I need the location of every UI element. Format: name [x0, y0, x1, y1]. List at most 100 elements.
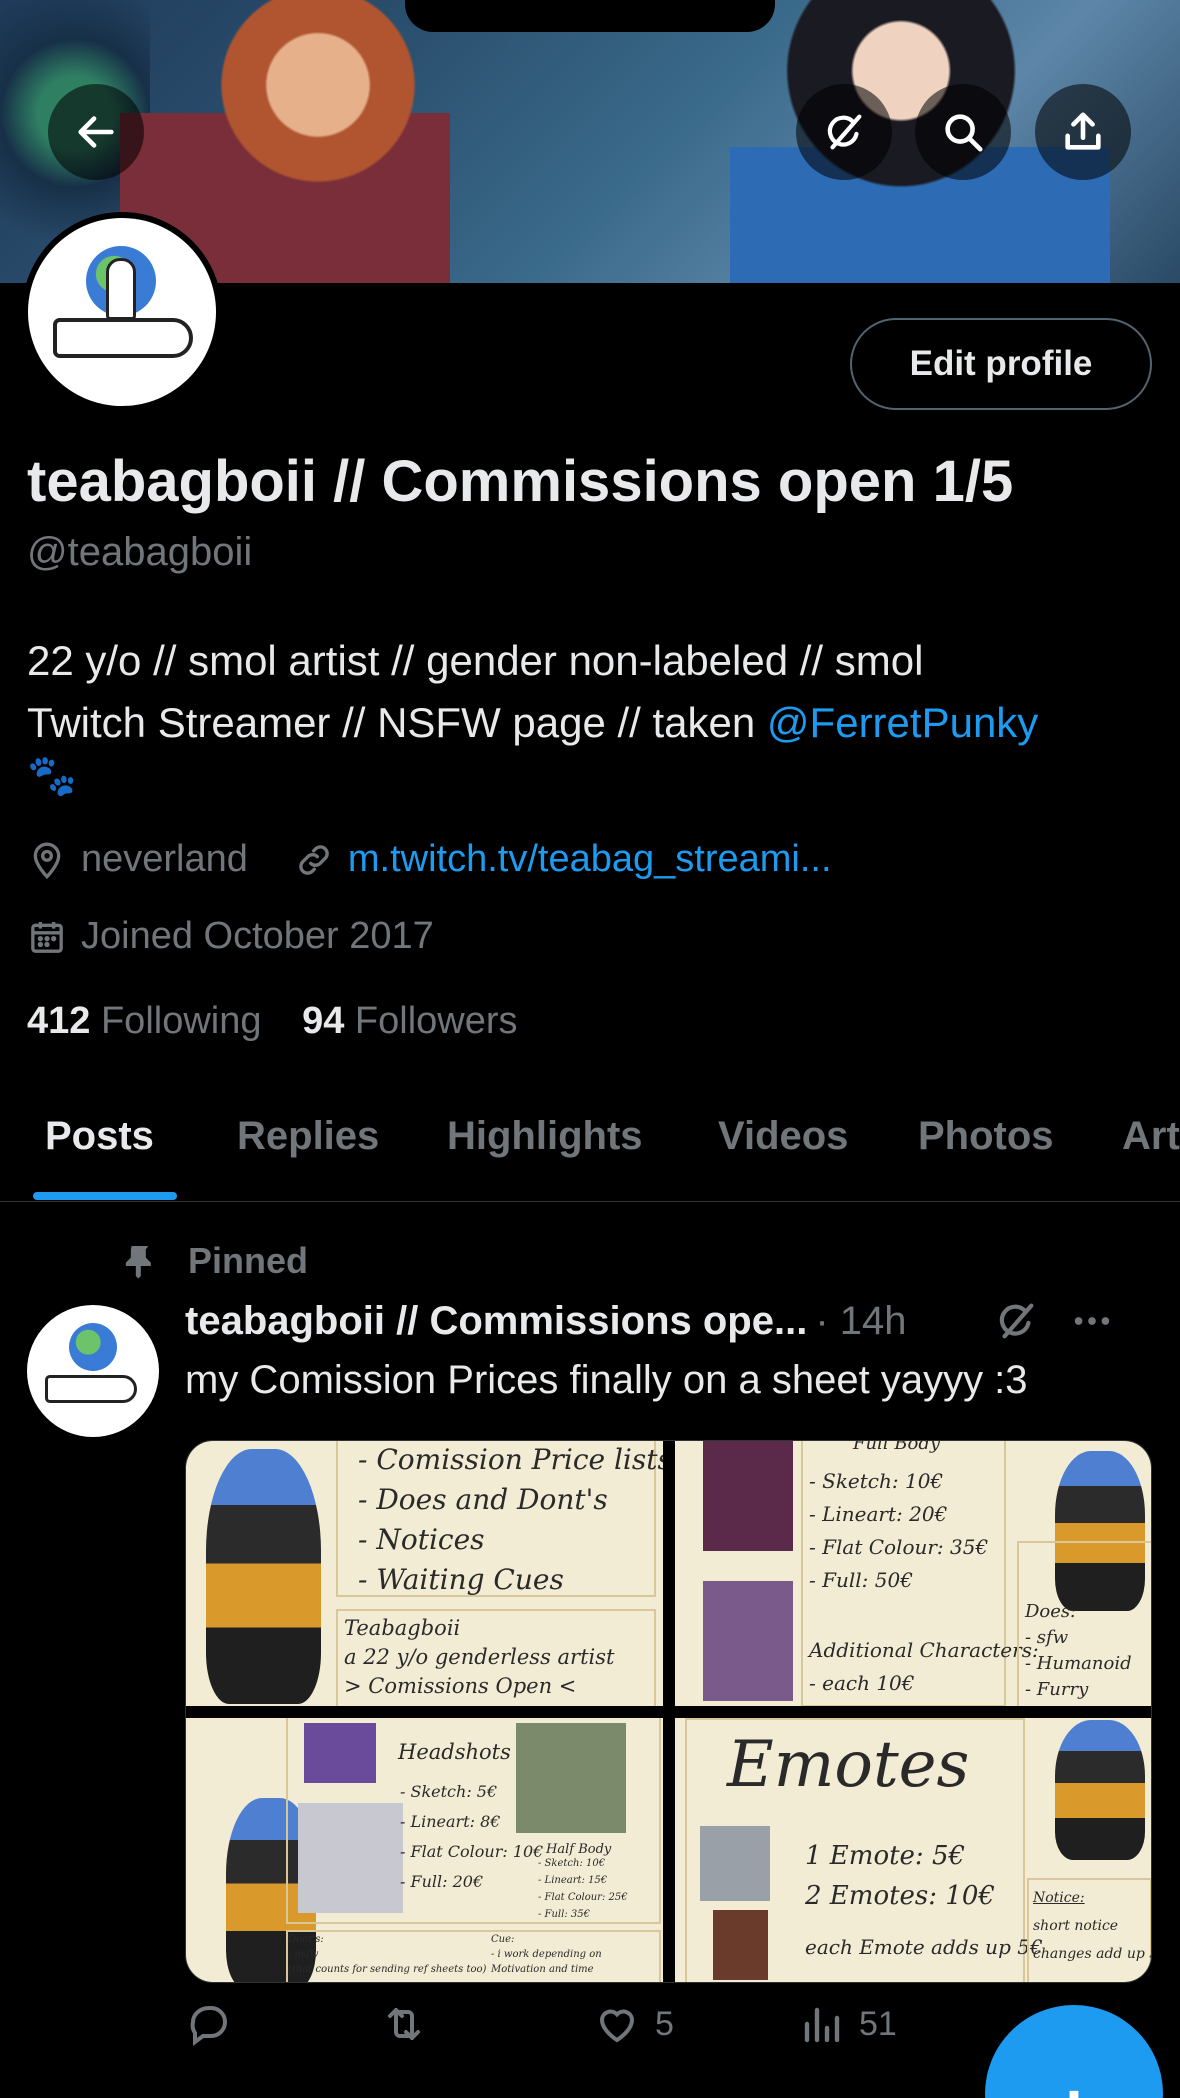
profile-avatar[interactable] [22, 212, 222, 412]
grok-button[interactable] [796, 84, 892, 180]
image2-does-3: - Furry [1025, 1679, 1089, 1700]
avatar-figure-art [106, 258, 136, 320]
following-link[interactable]: 412 Following [27, 1000, 262, 1042]
image2-does-1: - sfw [1025, 1627, 1069, 1648]
followers-link[interactable]: 94 Followers [302, 1000, 517, 1042]
character-art [1055, 1720, 1145, 1860]
image2-extra-1: Additional Characters: [809, 1638, 1039, 1662]
post-image-3[interactable]: Headshots - Sketch: 5€ - Lineart: 8€ - F… [186, 1718, 663, 1982]
sample-art-thumb [703, 1581, 793, 1701]
heart-icon [599, 2009, 635, 2043]
active-tab-indicator [33, 1192, 177, 1200]
post-image-2[interactable]: Full Body - Sketch: 10€ - Lineart: 20€ -… [675, 1441, 1151, 1706]
dont-frame [286, 1930, 661, 1982]
followers-count: 94 [302, 1000, 345, 1042]
sample-art-thumb [516, 1723, 626, 1833]
tab-photos[interactable]: Photos [918, 1114, 1054, 1159]
share-button[interactable] [1035, 84, 1131, 180]
repost-button[interactable] [380, 2000, 442, 2048]
image3-half-1: - Sketch: 10€ [538, 1858, 606, 1869]
joined-row: Joined October 2017 [27, 915, 434, 958]
image1-line-2: - Does and Dont's [358, 1483, 608, 1516]
share-icon [1065, 112, 1101, 150]
bio-text: Twitch Streamer // NSFW page // taken [27, 699, 767, 746]
post-image-1[interactable]: - Comission Price lists - Does and Dont'… [186, 1441, 663, 1706]
image2-extra-2: - each 10€ [809, 1671, 915, 1695]
pinned-indicator: Pinned [120, 1240, 308, 1282]
image2-does-title: Does: [1025, 1601, 1077, 1622]
grok-post-icon[interactable] [993, 1298, 1039, 1344]
image1-caption-3: > Comissions Open < [344, 1674, 577, 1698]
image2-line-3: - Flat Colour: 35€ [809, 1535, 989, 1559]
search-button[interactable] [915, 84, 1011, 180]
tab-videos[interactable]: Videos [718, 1114, 848, 1159]
image3-line-3: - Flat Colour: 10€ [400, 1842, 544, 1861]
profile-bio: 22 y/o // smol artist // gender non-labe… [27, 630, 1157, 754]
tab-replies[interactable]: Replies [237, 1114, 379, 1159]
back-button[interactable] [48, 84, 144, 180]
views-button[interactable]: 51 [797, 2000, 897, 2048]
profile-name: teabagboii // Commissions open 1/5 [27, 449, 1014, 514]
image4-notice-2: changes add up 5€ [1033, 1946, 1151, 1962]
character-art [206, 1449, 321, 1704]
bio-mention-link[interactable]: @FerretPunky [767, 699, 1038, 746]
image1-line-3: - Notices [358, 1523, 485, 1556]
post-timestamp[interactable]: · 14h [815, 1299, 906, 1344]
image1-caption-2: a 22 y/o genderless artist [344, 1645, 615, 1669]
joined-date: Joined October 2017 [81, 915, 434, 957]
image4-notice-title: Notice: [1033, 1890, 1085, 1906]
bio-line-2: Twitch Streamer // NSFW page // taken @F… [27, 692, 1157, 754]
image3-line-4: - Full: 20€ [400, 1872, 484, 1891]
tab-highlights[interactable]: Highlights [447, 1114, 643, 1159]
sample-emote-thumb [713, 1910, 768, 1980]
image3-dont-title: Dont's: [288, 1934, 324, 1945]
image3-half-4: - Full: 35€ [538, 1909, 590, 1920]
like-button[interactable]: 5 [593, 2000, 674, 2048]
image3-line-2: - Lineart: 8€ [400, 1812, 501, 1831]
image3-cue-title: Cue: [491, 1934, 515, 1945]
views-icon [804, 2007, 840, 2043]
profile-meta-row: neverland m.twitch.tv/teabag_streami... [27, 838, 832, 881]
reply-icon [190, 2006, 227, 2046]
image3-half-2: - Lineart: 15€ [538, 1875, 608, 1886]
paw-emoji: 🐾 [27, 754, 77, 798]
image3-cue-1: - i work depending on [491, 1949, 602, 1960]
arrow-left-icon [78, 116, 114, 148]
pin-icon [125, 1246, 151, 1279]
grok-icon [827, 114, 862, 150]
image4-notice-1: short notice [1033, 1918, 1119, 1934]
post-header: teabagboii // Commissions ope... · 14h [185, 1298, 1115, 1344]
image4-line-1: 1 Emote: 5€ [805, 1841, 966, 1871]
image2-line-4: - Full: 50€ [809, 1568, 913, 1592]
profile-location: neverland [81, 838, 248, 880]
tab-art[interactable]: Art [1122, 1114, 1180, 1159]
profile-website-link[interactable]: m.twitch.tv/teabag_streami... [348, 838, 832, 881]
repost-icon [388, 2008, 420, 2040]
image2-title: Full Body [853, 1441, 941, 1454]
image3-line-1: - Sketch: 5€ [400, 1782, 498, 1801]
calendar-icon [31, 921, 63, 953]
follow-counts: 412 Following 94 Followers [27, 1000, 518, 1043]
post-image-grid: - Comission Price lists - Does and Dont'… [185, 1440, 1152, 1983]
post-action-bar: 5 51 [185, 2000, 1085, 2070]
following-label: Following [100, 1000, 262, 1042]
image3-dont-1: - nsfw [288, 1949, 319, 1960]
image3-cue-2: Motivation and time [491, 1964, 594, 1975]
image4-line-2: 2 Emotes: 10€ [805, 1881, 995, 1911]
post-author-avatar[interactable] [27, 1305, 159, 1437]
image1-line-4: - Waiting Cues [358, 1563, 564, 1596]
tab-posts[interactable]: Posts [45, 1114, 154, 1159]
image2-line-1: - Sketch: 10€ [809, 1469, 944, 1493]
image1-caption-1: Teabagboii [344, 1616, 461, 1640]
post-avatar-image [27, 1305, 159, 1437]
post-avatar-globe-art [69, 1323, 117, 1371]
image2-does-2: - Humanoid [1025, 1653, 1132, 1674]
pinned-label: Pinned [188, 1240, 309, 1281]
more-options-icon[interactable] [1069, 1298, 1115, 1344]
post-author-name[interactable]: teabagboii // Commissions ope... [185, 1299, 807, 1344]
reply-button[interactable] [185, 2000, 247, 2048]
followers-label: Followers [354, 1000, 518, 1042]
image3-dont-2: (that counts for sending ref sheets too) [288, 1964, 487, 1975]
post-image-4[interactable]: Emotes 1 Emote: 5€ 2 Emotes: 10€ each Em… [675, 1718, 1151, 1982]
edit-profile-button[interactable]: Edit profile [850, 318, 1152, 410]
